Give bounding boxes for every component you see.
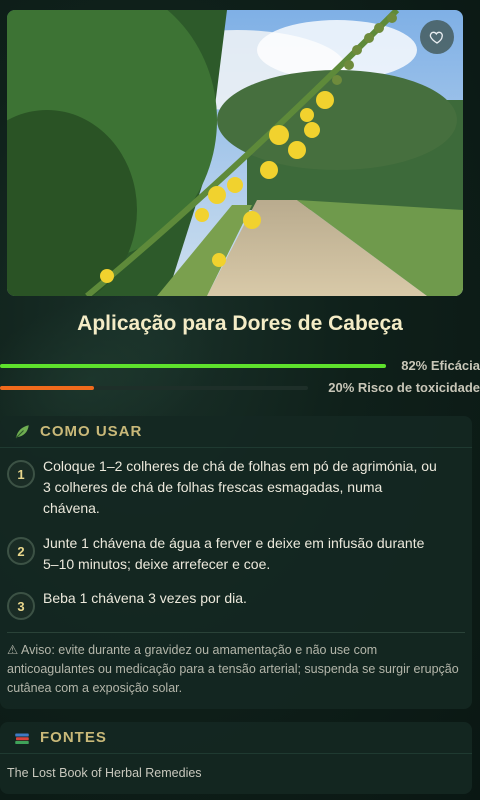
books-icon xyxy=(12,728,32,748)
efficacy-bar: 82% Eficácia xyxy=(0,356,480,376)
step-1: 1 Coloque 1–2 colheres de chá de folhas … xyxy=(7,456,443,519)
toxicity-bar: 20% Risco de toxicidade xyxy=(0,378,480,398)
favorite-button[interactable] xyxy=(420,20,454,54)
warning-text: ⚠ Aviso: evite durante a gravidez ou ama… xyxy=(7,643,459,695)
how-to-use-card: COMO USAR 1 Coloque 1–2 colheres de chá … xyxy=(0,416,472,709)
how-to-use-header: COMO USAR xyxy=(0,416,472,448)
source-item[interactable]: The Lost Book of Herbal Remedies xyxy=(7,766,202,780)
how-to-use-title: COMO USAR xyxy=(40,423,143,440)
toxicity-label: 20% Risco de toxicidade xyxy=(328,380,480,395)
step-number: 3 xyxy=(7,592,35,620)
efficacy-label: 82% Eficácia xyxy=(401,358,480,373)
page-title: Aplicação para Dores de Cabeça xyxy=(77,312,403,335)
herb-leaf-icon xyxy=(12,422,32,442)
step-number: 1 xyxy=(7,460,35,488)
step-text: Coloque 1–2 colheres de chá de folhas em… xyxy=(43,458,437,516)
herb-image xyxy=(7,10,463,296)
step-3: 3 Beba 1 chávena 3 vezes por dia. xyxy=(7,588,443,620)
sources-title: FONTES xyxy=(40,729,107,746)
step-text: Junte 1 chávena de água a ferver e deixe… xyxy=(43,535,425,572)
divider xyxy=(7,632,465,633)
heart-icon xyxy=(429,31,443,44)
sources-card: FONTES The Lost Book of Herbal Remedies xyxy=(0,722,472,794)
sources-header: FONTES xyxy=(0,722,472,754)
step-number: 2 xyxy=(7,537,35,565)
step-text: Beba 1 chávena 3 vezes por dia. xyxy=(43,590,247,606)
step-2: 2 Junte 1 chávena de água a ferver e dei… xyxy=(7,533,443,575)
